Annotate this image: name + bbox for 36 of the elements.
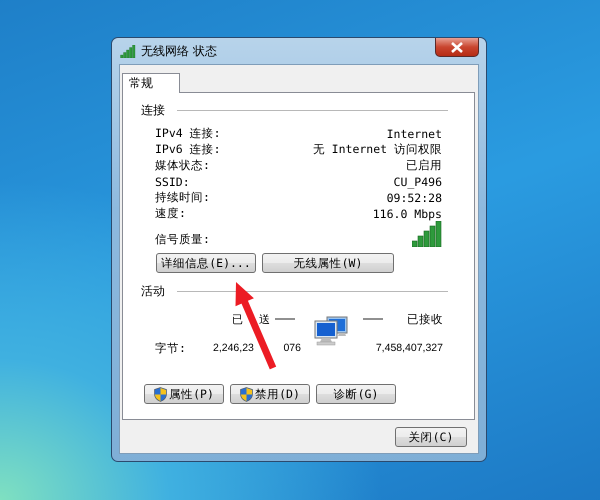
shield-icon: [240, 386, 254, 402]
close-button[interactable]: [435, 38, 479, 57]
close-icon: [450, 42, 464, 52]
dialog-button[interactable]: 无线属性(W): [262, 253, 394, 273]
dialog-button[interactable]: 详细信息(E)...: [156, 253, 256, 273]
field-label: 持续时间:: [155, 190, 210, 205]
signal-icon: [120, 44, 136, 58]
dialog-button[interactable]: 禁用(D): [230, 384, 310, 404]
window-title: 无线网络 状态: [141, 42, 218, 60]
field-value: 09:52:28: [386, 191, 442, 205]
field-value: 无 Internet 访问权限: [312, 142, 442, 157]
section-heading: 活动: [141, 283, 165, 300]
sent-bytes: 2,246,23: [213, 342, 254, 354]
field-label: 信号质量:: [155, 232, 210, 247]
received-bytes: 7,458,407,327: [376, 342, 443, 354]
field-value: 已启用: [406, 158, 442, 173]
bytes-label: 字节:: [155, 340, 187, 356]
section-heading: 连接: [141, 102, 165, 119]
field-label: 媒体状态:: [155, 158, 210, 173]
field-label: IPv4 连接:: [155, 126, 221, 141]
shield-icon: [154, 386, 168, 402]
field-label: SSID:: [155, 175, 190, 189]
sent-label: 送: [259, 312, 270, 326]
signal-strength-icon: [412, 221, 442, 247]
field-label: 速度:: [155, 206, 186, 221]
field-value: 116.0 Mbps: [372, 207, 442, 221]
sent-label: 已: [232, 312, 243, 326]
tab[interactable]: 常规: [122, 73, 180, 93]
dialog-button[interactable]: 诊断(G): [316, 384, 396, 404]
field-label: IPv6 连接:: [155, 142, 221, 157]
sent-bytes: 076: [283, 342, 301, 354]
field-value: CU_P496: [394, 175, 442, 189]
close-dialog-button[interactable]: 关闭(C): [395, 427, 467, 447]
dialog-button[interactable]: 属性(P): [144, 384, 224, 404]
received-label: 已接收: [407, 312, 443, 326]
field-value: Internet: [386, 127, 442, 141]
